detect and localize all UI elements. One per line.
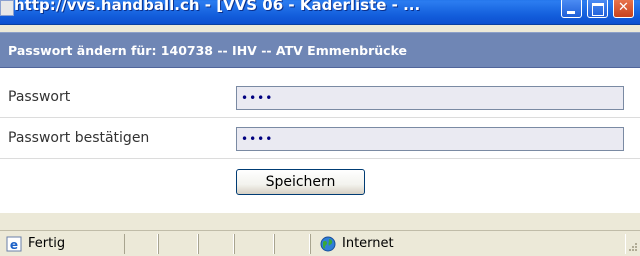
minimize-button[interactable] (561, 0, 582, 18)
security-zone-label: Internet (342, 236, 394, 251)
status-segment (124, 234, 158, 254)
status-segment (158, 234, 198, 254)
window-title: http://vvs.handball.ch - [VVS 06 - Kader… (14, 0, 421, 14)
page-title: Passwort ändern für: 140738 -- IHV -- AT… (8, 43, 408, 58)
status-segment (274, 234, 310, 254)
row-divider (0, 158, 640, 159)
confirm-password-row: Passwort bestätigen (0, 122, 640, 158)
dialog-header: Passwort ändern für: 140738 -- IHV -- AT… (0, 32, 640, 68)
confirm-password-input[interactable] (236, 127, 624, 151)
popup-window: http://vvs.handball.ch - [VVS 06 - Kader… (0, 0, 640, 256)
close-button[interactable]: ✕ (613, 0, 634, 18)
status-segment (198, 234, 234, 254)
password-row: Passwort (0, 81, 640, 117)
maximize-button[interactable] (587, 0, 608, 18)
password-input[interactable] (236, 86, 624, 110)
svg-text:e: e (10, 238, 18, 252)
ie-page-icon: e (6, 236, 22, 252)
row-divider (0, 117, 640, 118)
status-bar: e Fertig Internet (0, 230, 640, 256)
status-segment (234, 234, 274, 254)
form-area: Passwort Passwort bestätigen Speichern (0, 68, 640, 213)
save-button[interactable]: Speichern (236, 169, 365, 195)
resize-grip-icon[interactable] (624, 240, 638, 254)
window-title-bar[interactable]: http://vvs.handball.ch - [VVS 06 - Kader… (0, 0, 640, 25)
ie-page-icon (0, 0, 14, 16)
close-icon: ✕ (618, 0, 629, 15)
status-text: Fertig (28, 236, 66, 251)
globe-icon (320, 236, 336, 252)
password-label: Passwort (8, 89, 71, 105)
confirm-password-label: Passwort bestätigen (8, 130, 150, 146)
